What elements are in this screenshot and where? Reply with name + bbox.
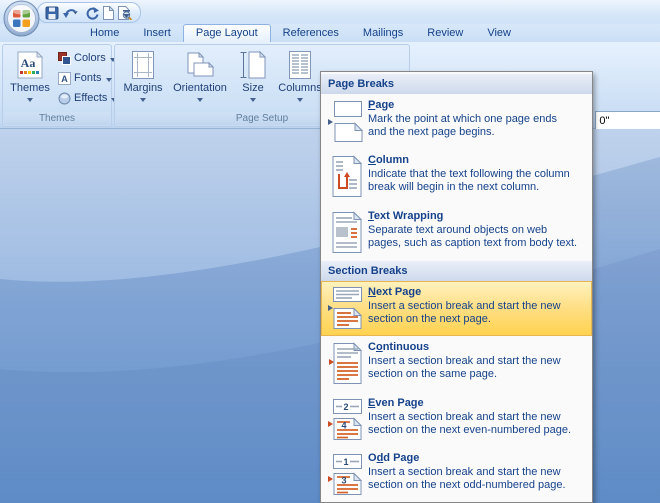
dropdown-arrow-icon	[297, 98, 303, 105]
dropdown-arrow-icon	[27, 98, 33, 105]
redo-icon	[85, 6, 99, 20]
menu-item-column[interactable]: Column Indicate that the text following …	[321, 149, 592, 205]
themes-icon: Aa	[15, 49, 45, 81]
svg-text:3: 3	[341, 476, 346, 486]
tab-home[interactable]: Home	[78, 25, 131, 42]
menu-item-desc: and the next page begins.	[368, 126, 557, 139]
menu-item-desc: Indicate that the text following the col…	[368, 168, 570, 181]
menu-item-desc: Mark the point at which one page ends	[368, 113, 557, 126]
svg-text:4: 4	[341, 421, 346, 431]
menu-item-desc: section on the next even-numbered page.	[368, 424, 571, 437]
size-icon	[239, 49, 267, 81]
odd-page-icon: 1 3	[328, 451, 368, 503]
tab-review[interactable]: Review	[415, 25, 475, 42]
theme-fonts-button[interactable]: A Fonts	[56, 68, 119, 88]
undo-icon	[62, 6, 82, 20]
ribbon-tab-strip: Home Insert Page Layout References Maili…	[0, 24, 660, 42]
office-button[interactable]	[3, 0, 40, 37]
orientation-icon	[185, 49, 215, 81]
size-button[interactable]: Size	[233, 47, 273, 105]
menu-item-odd-page[interactable]: 1 3 Odd Page Insert a section break and …	[321, 447, 592, 503]
dropdown-arrow-icon	[140, 98, 146, 105]
svg-text:1: 1	[343, 457, 348, 467]
margins-button[interactable]: Margins	[118, 47, 168, 105]
svg-text:2: 2	[343, 402, 348, 412]
toolbar-more-icon	[122, 9, 131, 19]
menu-item-desc: pages, such as caption text from body te…	[368, 237, 577, 250]
menu-item-desc: Insert a section break and start the new	[368, 466, 566, 479]
theme-colors-button[interactable]: Colors	[56, 48, 119, 68]
save-button[interactable]	[45, 6, 59, 20]
even-page-icon: 2 4	[328, 396, 368, 448]
themes-group-label[interactable]: Themes	[4, 112, 110, 125]
menu-item-desc: Insert a section break and start the new	[368, 411, 571, 424]
themes-group: Aa Themes Colors	[2, 44, 112, 127]
text-wrapping-icon	[328, 209, 368, 261]
menu-section-header-section-breaks: Section Breaks	[321, 261, 592, 281]
redo-button[interactable]	[85, 6, 99, 20]
menu-item-next-page[interactable]: Next Page Insert a section break and sta…	[321, 281, 592, 336]
svg-text:A: A	[61, 74, 68, 84]
menu-item-desc: Insert a section break and start the new	[368, 355, 561, 368]
continuous-icon	[328, 340, 368, 392]
tab-mailings[interactable]: Mailings	[351, 25, 415, 42]
menu-item-title: Column	[368, 154, 570, 167]
menu-item-desc: section on the same page.	[368, 368, 561, 381]
menu-item-desc: break will begin in the next column.	[368, 181, 570, 194]
new-document-icon	[102, 6, 114, 20]
svg-text:Aa: Aa	[21, 56, 36, 70]
indent-left-input[interactable]	[595, 111, 660, 130]
themes-button[interactable]: Aa Themes	[5, 47, 55, 105]
margins-icon	[129, 49, 157, 81]
column-break-icon	[328, 153, 368, 205]
menu-item-page[interactable]: Page Mark the point at which one page en…	[321, 94, 592, 149]
menu-item-title: Even Page	[368, 397, 571, 410]
menu-item-desc: section on the next odd-numbered page.	[368, 479, 566, 492]
theme-fonts-icon: A	[58, 72, 71, 85]
tab-references[interactable]: References	[271, 25, 351, 42]
theme-effects-icon	[58, 92, 71, 105]
theme-colors-icon	[58, 52, 71, 65]
menu-item-title: Odd Page	[368, 452, 566, 465]
new-document-button[interactable]	[102, 6, 114, 20]
menu-item-desc: Separate text around objects on web	[368, 224, 577, 237]
menu-item-desc: Insert a section break and start the new	[368, 300, 561, 313]
menu-section-header-page-breaks: Page Breaks	[321, 74, 592, 94]
word-application-window: Home Insert Page Layout References Maili…	[0, 0, 660, 503]
menu-item-title: Text Wrapping	[368, 210, 577, 223]
theme-effects-button[interactable]: Effects	[56, 88, 119, 108]
save-icon	[45, 6, 59, 20]
menu-item-title: Continuous	[368, 341, 561, 354]
menu-item-title: Next Page	[368, 286, 561, 299]
menu-item-even-page[interactable]: 2 4 Even Page Insert a section break and…	[321, 392, 592, 447]
themes-small-buttons: Colors A Fonts Effects	[56, 48, 119, 108]
menu-item-desc: section on the next page.	[368, 313, 561, 326]
tab-view[interactable]: View	[475, 25, 523, 42]
customize-quick-access-toolbar-button[interactable]	[122, 6, 131, 24]
menu-item-title: Page	[368, 99, 557, 112]
tab-page-layout[interactable]: Page Layout	[183, 24, 271, 42]
next-page-icon	[328, 285, 368, 337]
tab-insert[interactable]: Insert	[131, 25, 183, 42]
page-break-icon	[328, 98, 368, 150]
undo-button[interactable]	[62, 6, 82, 20]
dropdown-arrow-icon	[197, 98, 203, 105]
orientation-button[interactable]: Orientation	[168, 47, 232, 105]
breaks-dropdown-menu: Page Breaks Page Mark the point at which…	[320, 71, 593, 503]
dropdown-arrow-icon	[106, 78, 112, 85]
dropdown-arrow-icon	[250, 98, 256, 105]
columns-icon	[286, 49, 314, 81]
menu-item-text-wrapping[interactable]: Text Wrapping Separate text around objec…	[321, 205, 592, 261]
menu-item-continuous[interactable]: Continuous Insert a section break and st…	[321, 336, 592, 392]
office-logo-icon	[3, 0, 40, 37]
